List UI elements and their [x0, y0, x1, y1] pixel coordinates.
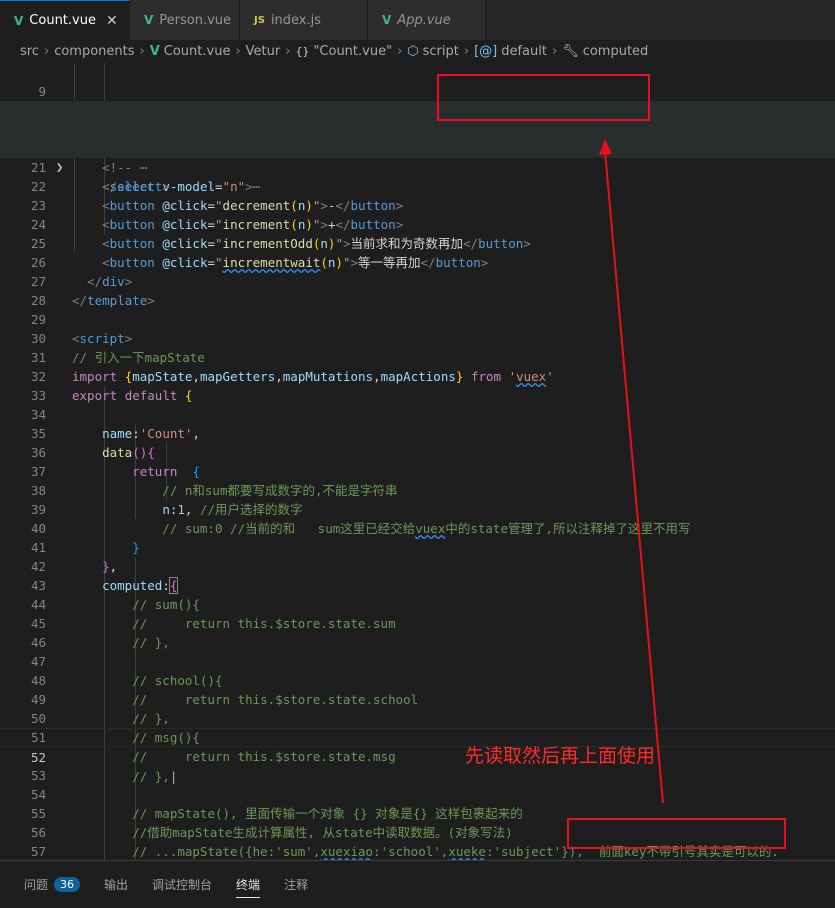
breadcrumb-item[interactable]: src: [20, 44, 39, 59]
tab-label: Count.vue: [29, 13, 96, 28]
tab-debug-console[interactable]: 调试控制台: [152, 872, 212, 898]
chevron-right-icon: ›: [397, 43, 403, 59]
tab-output[interactable]: 输出: [104, 872, 128, 898]
vue-icon: V: [382, 13, 392, 27]
annotation-text: 先读取然后再上面使用: [465, 745, 656, 767]
tab-count-vue[interactable]: V Count.vue ✕: [0, 0, 130, 40]
chevron-right-icon: ›: [551, 43, 558, 59]
breadcrumb-item[interactable]: computed: [583, 44, 649, 59]
vue-icon: V: [149, 43, 160, 59]
symbol-variable-icon: [@]: [474, 43, 498, 59]
editor-tab-bar: V Count.vue ✕ V Person.vue JS index.js V…: [0, 0, 835, 40]
chevron-right-icon: ›: [43, 43, 50, 59]
breadcrumb-item[interactable]: Count.vue: [164, 44, 231, 59]
breadcrumb-item[interactable]: Vetur: [246, 44, 281, 59]
breadcrumb-item[interactable]: default: [501, 44, 547, 59]
chevron-right-icon: ›: [139, 43, 145, 59]
tab-label: App.vue: [397, 12, 451, 28]
tab-label: 调试控制台: [152, 878, 213, 892]
chevron-right-icon: ›: [463, 43, 470, 59]
braces-icon: {}: [295, 44, 310, 58]
vue-icon: V: [14, 13, 24, 28]
tab-index-js[interactable]: JS index.js: [240, 0, 368, 40]
tab-terminal[interactable]: 终端: [236, 871, 261, 898]
tab-label: 输出: [104, 878, 129, 892]
wrench-icon: 🔧︎: [562, 43, 579, 59]
close-icon[interactable]: ✕: [106, 13, 118, 29]
panel-tab-bar: 问题 36 输出 调试控制台 终端 注释: [0, 860, 835, 908]
code-editor[interactable]: 9 <h1>我在{{ school }},学习-{{ msg }}</h1> 1…: [0, 63, 835, 860]
js-icon: JS: [254, 14, 265, 26]
tab-label: 终端: [236, 877, 261, 892]
tab-comments[interactable]: 注释: [284, 872, 308, 898]
vue-icon: V: [144, 13, 154, 27]
tab-app-vue[interactable]: V App.vue: [368, 0, 486, 40]
breadcrumb-item[interactable]: script: [423, 44, 459, 59]
arrow-annotation: [599, 139, 664, 804]
problems-count-badge: 36: [54, 877, 81, 892]
chevron-right-icon: ›: [285, 43, 291, 59]
symbol-method-icon: ⬡: [407, 43, 419, 59]
tab-label: index.js: [270, 12, 322, 28]
breadcrumb-item[interactable]: "Count.vue": [313, 44, 392, 59]
tab-label: 注释: [284, 878, 309, 892]
chevron-right-icon: ›: [235, 43, 241, 59]
tab-label: 问题: [24, 878, 49, 892]
tab-problems[interactable]: 问题 36: [24, 872, 81, 898]
breadcrumb-item[interactable]: components: [54, 44, 134, 59]
breadcrumb: src › components › V Count.vue › Vetur ›…: [0, 40, 835, 62]
tab-person-vue[interactable]: V Person.vue: [130, 0, 240, 40]
tab-label: Person.vue: [159, 12, 232, 28]
